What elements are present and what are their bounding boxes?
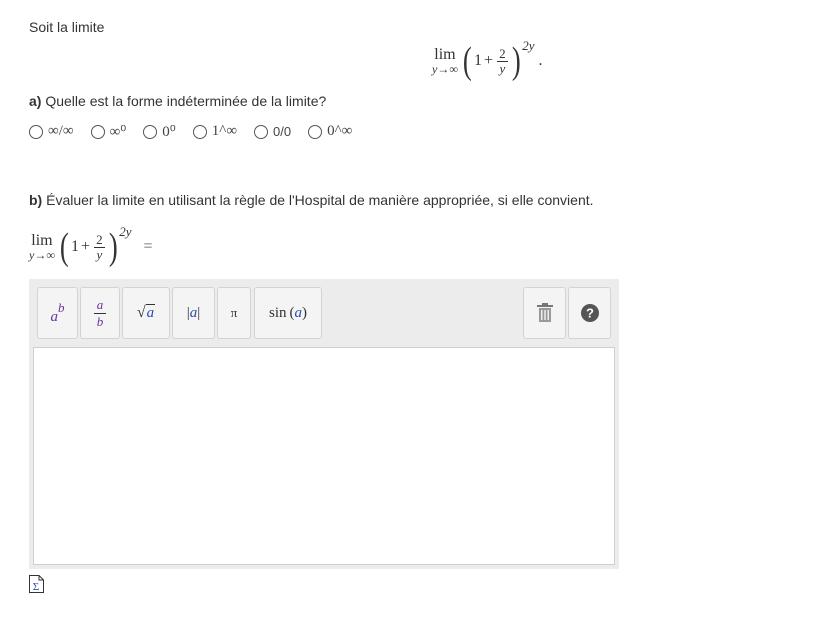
- fraction-numerator: 2: [94, 231, 105, 248]
- equals-sign: =: [143, 238, 153, 255]
- intro-text: Soit la limite: [29, 19, 105, 35]
- part-b-question: b) Évaluer la limite en utilisant la règ…: [29, 192, 594, 208]
- radio-button[interactable]: [308, 124, 323, 139]
- choice-label: ∞/∞: [48, 123, 74, 139]
- sqrt-button[interactable]: √ a: [122, 287, 170, 339]
- radio-button[interactable]: [192, 124, 207, 139]
- formula-period: .: [538, 52, 543, 69]
- choice-zero-pow-inf[interactable]: 0^∞: [308, 123, 352, 140]
- fraction-button-num: a: [93, 297, 107, 314]
- radio-button[interactable]: [143, 124, 158, 139]
- svg-text:?: ?: [586, 306, 594, 321]
- sin-arg: a: [294, 304, 303, 321]
- part-a-label: a): [29, 93, 42, 109]
- choice-zero-pow-zero[interactable]: 0⁰: [143, 122, 176, 141]
- fraction-denominator: y: [499, 60, 506, 76]
- choice-label: 0⁰: [162, 124, 176, 140]
- choice-inf-over-inf[interactable]: ∞/∞: [29, 123, 74, 140]
- svg-text:Σ: Σ: [33, 581, 39, 593]
- sin-fn: sin: [268, 304, 287, 321]
- lim-operator: lim y→∞: [29, 232, 55, 262]
- fraction-button-den: b: [96, 313, 104, 329]
- choices-group: ∞/∞ ∞⁰ 0⁰ 1^∞ 0/0 0^∞: [29, 122, 369, 141]
- limit-formula: lim y→∞ (1 +2 y) 2y.: [432, 38, 543, 90]
- power-button[interactable]: ab: [37, 287, 78, 339]
- part-b-text: Évaluer la limite en utilisant la règle …: [46, 192, 594, 208]
- radio-button[interactable]: [29, 124, 43, 139]
- choice-label: ∞⁰: [109, 124, 127, 140]
- power-base: a: [50, 308, 59, 325]
- choice-label: 1^∞: [211, 123, 238, 139]
- lim-subscript: y→∞: [29, 248, 55, 262]
- power-exponent: b: [58, 300, 65, 315]
- fraction-button[interactable]: a b: [80, 287, 120, 339]
- choice-label: 0^∞: [327, 123, 353, 139]
- help-icon: ?: [580, 304, 599, 322]
- fraction-denominator: y: [96, 246, 103, 262]
- radio-button[interactable]: [254, 124, 269, 139]
- sigma-icon[interactable]: Σ: [29, 575, 44, 593]
- open-paren: (: [463, 40, 473, 82]
- lim-operator: lim y→∞: [432, 46, 458, 76]
- fraction: 2y: [497, 45, 508, 76]
- abs-right-bar: |: [197, 304, 201, 321]
- fraction: 2y: [94, 231, 105, 262]
- trash-button[interactable]: [523, 287, 566, 339]
- part-a-question: a) Quelle est la forme indéterminée de l…: [29, 93, 326, 109]
- abs-button[interactable]: | a |: [172, 287, 215, 339]
- close-paren: ): [108, 226, 118, 268]
- sqrt-sign: √: [136, 304, 146, 321]
- fraction-numerator: 2: [497, 45, 508, 62]
- term-one: 1: [474, 52, 483, 69]
- pi-button[interactable]: π: [217, 287, 251, 339]
- exponent: 2y: [119, 224, 132, 239]
- choice-label: 0/0: [273, 124, 292, 139]
- answer-input[interactable]: [33, 347, 615, 565]
- pi-label: π: [230, 305, 238, 320]
- open-paren: (: [60, 226, 70, 268]
- choice-zero-over-zero[interactable]: 0/0: [254, 124, 291, 139]
- lim-word: lim: [434, 46, 456, 63]
- abs-arg: a: [189, 304, 198, 321]
- close-paren: ): [511, 40, 521, 82]
- term-one: 1: [71, 238, 80, 255]
- answer-formula: lim y→∞ (1 +2 y) 2y =: [29, 224, 153, 268]
- math-editor: ab a b √ a | a | π sin(a) ?: [29, 279, 619, 569]
- plus-sign: +: [81, 238, 91, 255]
- lim-word: lim: [31, 232, 53, 249]
- part-a-text: Quelle est la forme indéterminée de la l…: [45, 93, 327, 109]
- part-b-label: b): [29, 192, 43, 208]
- lim-subscript: y→∞: [432, 62, 458, 76]
- sin-button[interactable]: sin(a): [254, 287, 322, 339]
- choice-inf-pow-zero[interactable]: ∞⁰: [90, 122, 127, 141]
- plus-sign: +: [484, 52, 494, 69]
- trash-icon: [536, 303, 553, 322]
- choice-one-pow-inf[interactable]: 1^∞: [192, 123, 238, 140]
- radio-button[interactable]: [90, 124, 105, 139]
- exponent: 2y: [522, 38, 535, 53]
- help-button[interactable]: ?: [568, 287, 611, 339]
- sqrt-arg: a: [145, 304, 156, 321]
